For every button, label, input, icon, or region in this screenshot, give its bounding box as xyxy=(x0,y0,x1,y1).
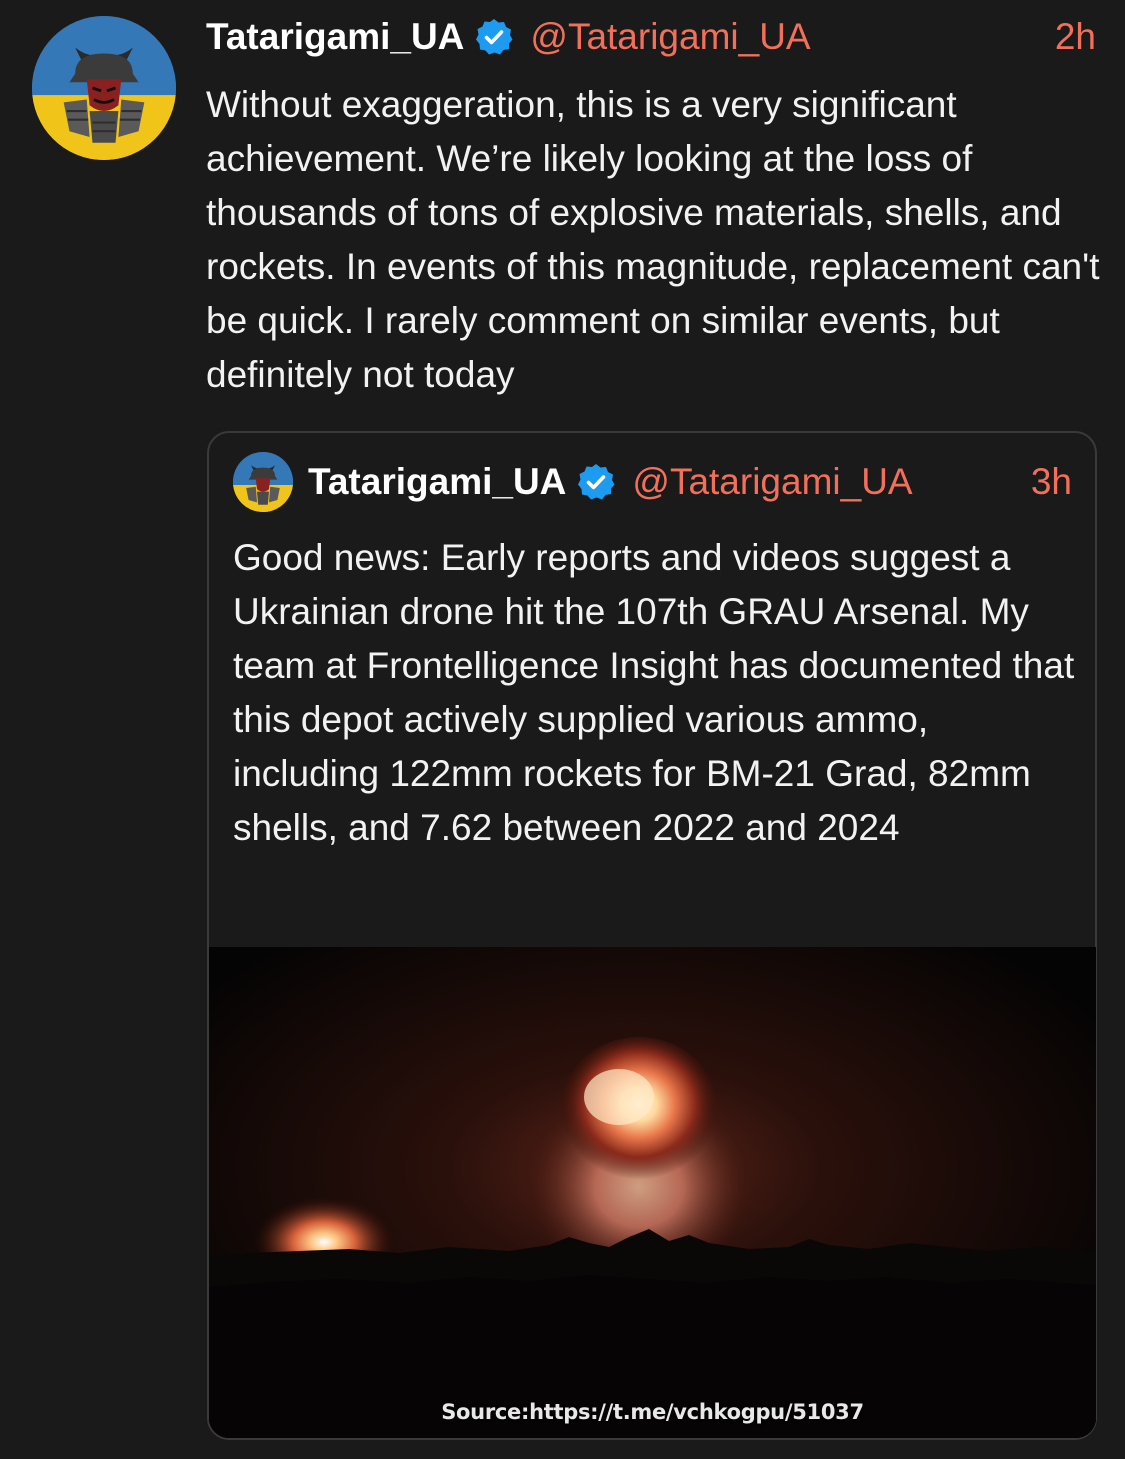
verified-badge-icon xyxy=(576,462,616,502)
author-avatar[interactable] xyxy=(32,16,176,160)
explosion-image xyxy=(209,947,1096,1438)
tweet-header: Tatarigami_UA @Tatarigami_UA 2h xyxy=(206,12,1096,62)
quoted-tweet-media[interactable]: Source:https://t.me/vchkogpu/51037 xyxy=(209,947,1096,1438)
quoted-author-display-name[interactable]: Tatarigami_UA xyxy=(308,461,566,503)
tweet[interactable]: Tatarigami_UA @Tatarigami_UA 2h Without … xyxy=(0,0,1125,1459)
author-handle[interactable]: @Tatarigami_UA xyxy=(530,16,810,58)
verified-badge-icon xyxy=(474,17,514,57)
quoted-tweet-text: Good news: Early reports and videos sugg… xyxy=(233,537,1075,848)
samurai-avatar-icon xyxy=(233,452,293,512)
tweet-text: Without exaggeration, this is a very sig… xyxy=(206,84,1100,395)
quoted-tweet-header: Tatarigami_UA @Tatarigami_UA 3h xyxy=(308,456,1072,508)
quoted-author-avatar[interactable] xyxy=(233,452,293,512)
tweet-timestamp[interactable]: 2h xyxy=(1055,16,1096,58)
quoted-author-handle[interactable]: @Tatarigami_UA xyxy=(632,461,912,503)
samurai-avatar-icon xyxy=(32,16,176,160)
author-display-name[interactable]: Tatarigami_UA xyxy=(206,16,464,58)
media-source-caption: Source:https://t.me/vchkogpu/51037 xyxy=(441,1400,864,1424)
quoted-tweet-timestamp[interactable]: 3h xyxy=(1031,461,1072,503)
